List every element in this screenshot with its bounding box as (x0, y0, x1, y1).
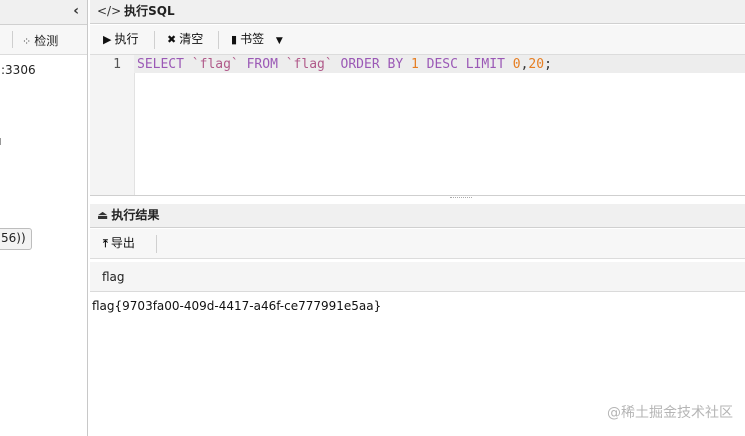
export-button[interactable]: ⤒ 导出 (103, 229, 135, 258)
bookmark-button-label: 书签 (240, 32, 265, 46)
sql-panel-title: 执行SQL (124, 4, 175, 18)
run-button[interactable]: ▶ 执行 (103, 25, 138, 54)
main-area: </> 执行SQL ▶ 执行 ✖ 清空 ▮ 书签 ▼ 1 SELECT `flag` F… (90, 0, 745, 436)
check-button[interactable]: ⁘ 检测 (22, 32, 58, 49)
run-button-label: 执行 (114, 32, 139, 46)
sql-query-line[interactable]: SELECT `flag` FROM `flag` ORDER BY 1 DES… (137, 56, 552, 74)
results-column-header[interactable]: flag (90, 262, 745, 292)
sql-panel-header: </> 执行SQL (90, 0, 745, 24)
sql-keyword: ORDER BY (340, 57, 404, 72)
sql-editor[interactable]: 1 SELECT `flag` FROM `flag` ORDER BY 1 D… (90, 55, 745, 196)
sql-number: 0 (512, 57, 521, 72)
sql-identifier: `flag` (191, 57, 239, 72)
sql-identifier: `flag` (285, 57, 333, 72)
sql-keyword: FROM (246, 57, 278, 72)
line-gutter: 1 (90, 55, 135, 195)
sql-keyword: LIMIT (465, 57, 505, 72)
spinner-icon: ⁘ (22, 35, 32, 48)
sql-keyword: DESC (426, 57, 458, 72)
toolbar-divider (12, 31, 13, 48)
export-button-label: 导出 (110, 236, 135, 250)
collapse-sidebar-icon[interactable]: ‹ (73, 3, 79, 19)
upload-icon: ⤒ (103, 237, 108, 250)
toolbar-divider (218, 31, 219, 49)
toolbar-divider (156, 235, 157, 253)
sql-toolbar: ▶ 执行 ✖ 清空 ▮ 书签 ▼ (90, 25, 745, 55)
left-sidebar: ‹ ⁘ 检测 :3306 56)) (0, 0, 88, 436)
tree-guide (0, 138, 4, 145)
results-panel-title: 执行结果 (111, 208, 160, 222)
toolbar-divider (154, 31, 155, 49)
sql-keyword: SELECT (137, 57, 184, 72)
column-header-flag: flag (102, 270, 125, 284)
sql-punctuation: ; (544, 57, 552, 72)
connection-entry[interactable]: 56)) (0, 228, 32, 250)
code-icon: </> (97, 4, 122, 18)
clear-button[interactable]: ✖ 清空 (167, 25, 203, 54)
line-number: 1 (113, 57, 121, 72)
panel-resize-handle[interactable] (450, 197, 472, 201)
sql-number: 20 (528, 57, 545, 72)
results-toolbar: ⤒ 导出 (90, 229, 745, 259)
sidebar-header: ‹ (0, 0, 87, 25)
chevron-down-icon: ▼ (275, 36, 283, 46)
check-button-label: 检测 (34, 34, 59, 48)
results-panel-header: ⏏ 执行结果 (90, 204, 745, 228)
watermark: @稀土掘金技术社区 (607, 405, 733, 421)
sql-number: 1 (410, 57, 419, 72)
bookmark-icon: ▮ (231, 33, 238, 46)
play-icon: ▶ (103, 33, 112, 46)
close-icon: ✖ (167, 33, 177, 46)
sidebar-toolbar: ⁘ 检测 (0, 25, 87, 55)
connection-port[interactable]: :3306 (1, 63, 36, 77)
clear-button-label: 清空 (179, 32, 204, 46)
bookmark-button[interactable]: ▮ 书签 ▼ (231, 25, 283, 54)
table-cell[interactable]: flag{9703fa00-409d-4417-a46f-ce777991e5a… (92, 299, 381, 313)
drive-icon: ⏏ (97, 208, 109, 222)
